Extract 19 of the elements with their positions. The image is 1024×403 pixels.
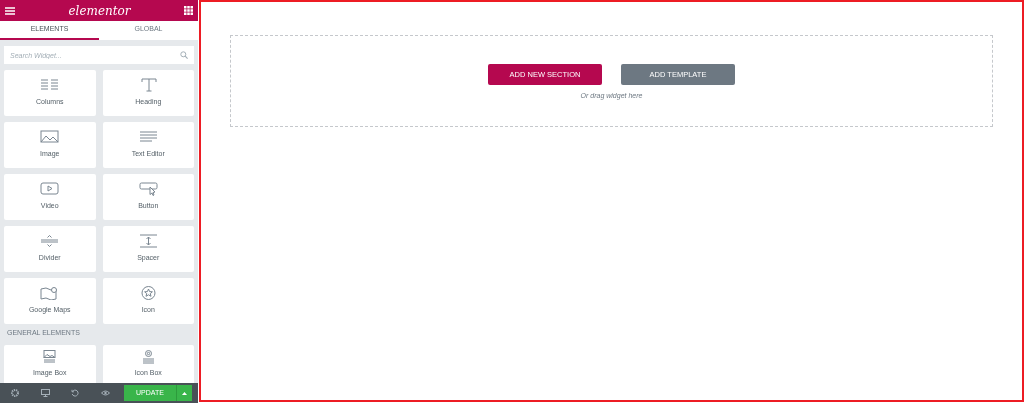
video-icon — [40, 182, 60, 197]
text-lines-icon — [138, 130, 158, 145]
eye-icon[interactable] — [100, 390, 110, 396]
spacer-icon — [138, 234, 158, 249]
cursor-button-icon — [138, 182, 158, 197]
image-icon — [40, 130, 60, 145]
menu-icon[interactable] — [5, 6, 15, 15]
monitor-icon[interactable] — [40, 389, 50, 397]
grid-icon[interactable] — [184, 6, 193, 15]
columns-icon — [40, 78, 60, 93]
options-button[interactable] — [176, 385, 192, 401]
history-icon[interactable] — [71, 389, 79, 397]
map-icon — [40, 286, 60, 301]
divider-icon — [40, 234, 60, 249]
settings-icon[interactable] — [11, 389, 19, 397]
heading-icon — [138, 78, 158, 93]
search-icon — [180, 51, 188, 59]
logo: elementor — [68, 2, 131, 20]
caret-icon — [182, 391, 187, 395]
